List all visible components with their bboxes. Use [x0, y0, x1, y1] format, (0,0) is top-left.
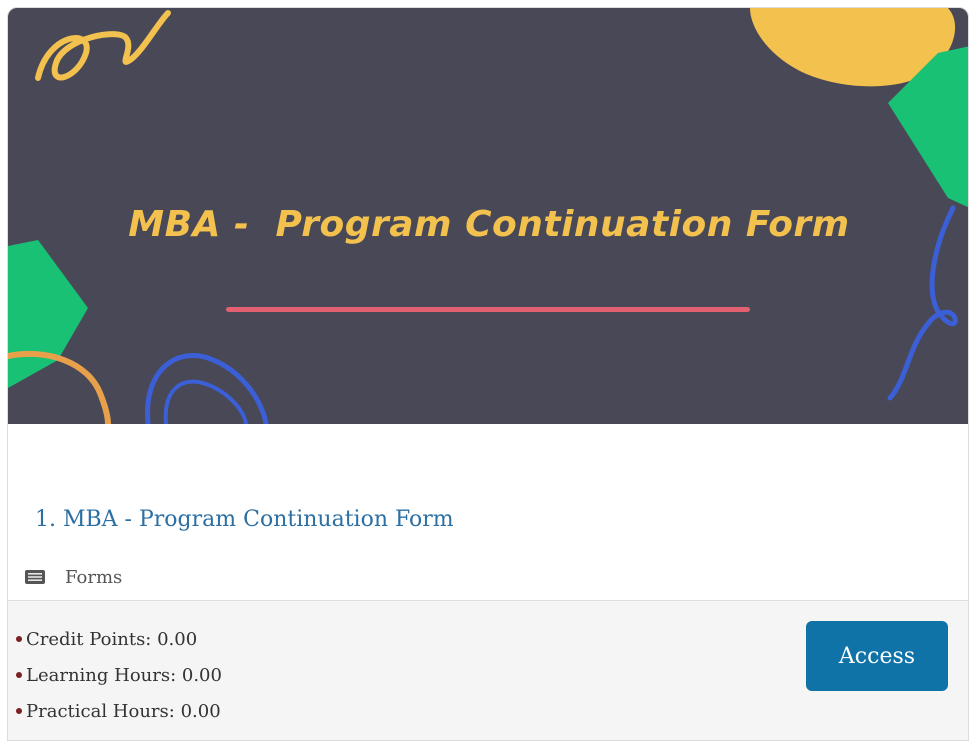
- stat-text: Practical Hours: 0.00: [26, 700, 221, 722]
- bullet-icon: [16, 672, 22, 678]
- course-banner-image[interactable]: MBA - Program Continuation Form: [8, 8, 968, 424]
- stat-practical-hours: Practical Hours: 0.00: [16, 693, 222, 729]
- course-info: 1. MBA - Program Continuation Form Forms: [8, 424, 968, 600]
- stat-text: Credit Points: 0.00: [26, 628, 198, 650]
- bullet-icon: [16, 708, 22, 714]
- access-button[interactable]: Access: [806, 621, 948, 691]
- stat-text: Learning Hours: 0.00: [26, 664, 222, 686]
- course-type: Forms: [25, 562, 122, 592]
- course-type-label: Forms: [65, 566, 123, 588]
- course-title-link[interactable]: 1. MBA - Program Continuation Form: [35, 507, 454, 532]
- banner-underline: [226, 307, 750, 312]
- forms-icon: [25, 570, 45, 584]
- stat-learning-hours: Learning Hours: 0.00: [16, 657, 222, 693]
- banner-title: MBA - Program Continuation Form: [128, 204, 850, 245]
- bullet-icon: [16, 636, 22, 642]
- stat-credit-points: Credit Points: 0.00: [16, 621, 222, 657]
- course-stats-list: Credit Points: 0.00 Learning Hours: 0.00…: [16, 621, 222, 729]
- card-footer: Credit Points: 0.00 Learning Hours: 0.00…: [8, 600, 968, 740]
- course-card: MBA - Program Continuation Form 1. MBA -…: [7, 7, 969, 741]
